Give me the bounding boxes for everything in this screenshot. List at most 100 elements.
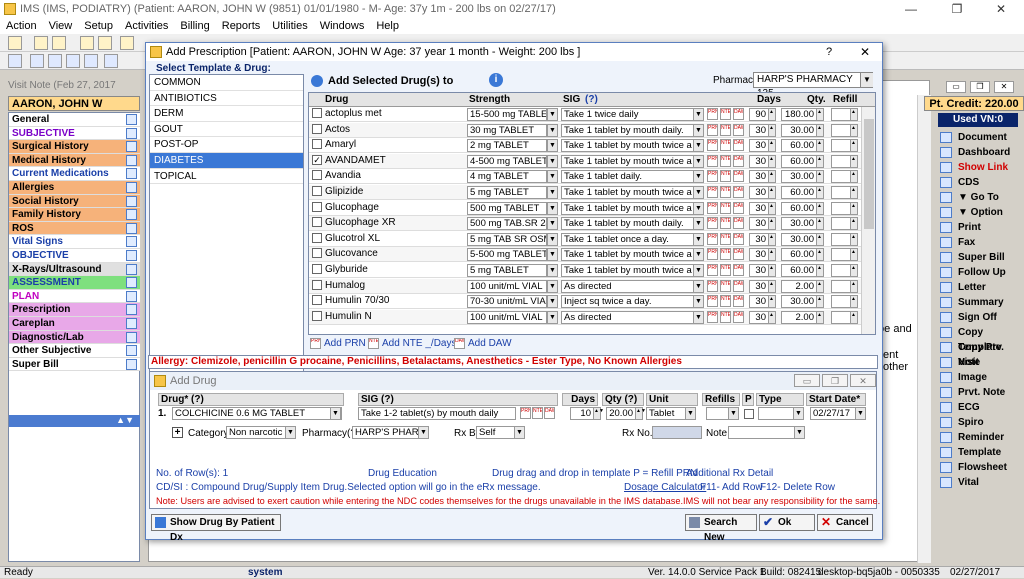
ad-prn-checkbox[interactable] (744, 409, 754, 419)
info-icon[interactable]: i (489, 73, 503, 87)
add-drug-close-button[interactable]: ✕ (850, 374, 876, 387)
chevron-down-icon[interactable]: ▼ (794, 426, 805, 439)
chevron-down-icon[interactable]: ▼ (693, 217, 704, 231)
days-spinner[interactable]: ▲▼ (768, 186, 776, 199)
drug-refill[interactable] (831, 201, 851, 215)
drug-strength[interactable]: 4 mg TABLET (467, 170, 547, 184)
action-sign-off[interactable]: Sign Off (938, 310, 1018, 325)
nav-note-icon[interactable] (126, 318, 137, 329)
show-drug-by-patient-dx-button[interactable]: Show Drug By Patient Dx (151, 514, 281, 543)
daw-icon[interactable]: DAW (733, 108, 744, 120)
toolbar-visit-icon[interactable] (48, 54, 62, 68)
drug-qty[interactable]: 60.00 (781, 186, 817, 199)
drug-qty[interactable]: 30.00 (781, 170, 817, 184)
drug-row[interactable]: Glyburide 5 mg TABLET ▼ Take 1 tablet by mo… (309, 263, 862, 278)
ad-type-select[interactable] (758, 407, 794, 420)
drug-sig[interactable]: As directed (561, 310, 695, 324)
action-document[interactable]: Document (938, 130, 1018, 145)
drug-sig[interactable]: As directed (561, 279, 695, 293)
nte-icon[interactable]: NTE (720, 186, 731, 198)
qty-spinner[interactable]: ▲▼ (816, 108, 824, 121)
menu-billing[interactable]: Billing (174, 18, 215, 34)
template-item-post-op[interactable]: POST-OP (150, 137, 303, 153)
refill-spinner[interactable]: ▲▼ (850, 170, 858, 184)
prn-icon[interactable]: PRN (707, 279, 718, 292)
action-copy-template[interactable]: Copy Template (938, 325, 1018, 353)
drug-qty[interactable]: 2.00 (781, 310, 817, 324)
daw-icon[interactable]: DAW (733, 232, 744, 245)
days-spinner[interactable]: ▲▼ (768, 217, 776, 231)
nav-note-icon[interactable] (126, 277, 137, 289)
chevron-down-icon[interactable]: ▼ (547, 123, 558, 137)
nav-note-icon[interactable] (126, 331, 137, 343)
drug-sig[interactable]: Inject sq twice a day. (561, 295, 695, 309)
note-restore-button[interactable]: ❐ (970, 81, 990, 93)
chevron-down-icon[interactable]: ▼ (547, 170, 558, 184)
drug-strength[interactable]: 5 mg TAB SR OSM (467, 232, 547, 246)
menu-help[interactable]: Help (370, 18, 405, 34)
drug-sig[interactable]: Take 1 tablet by mouth twice a da (561, 186, 695, 199)
toolbar-doc-icon[interactable] (120, 36, 134, 50)
qty-spinner[interactable]: ▲▼ (816, 139, 824, 153)
drug-checkbox[interactable] (312, 201, 322, 212)
drug-qty[interactable]: 30.00 (781, 232, 817, 246)
days-spinner[interactable]: ▲▼ (768, 154, 776, 168)
drug-qty[interactable]: 180.00 (781, 108, 817, 121)
nav-note-icon[interactable] (126, 345, 137, 357)
action-cds[interactable]: CDS (938, 175, 1018, 190)
ad-category-select[interactable]: Non narcotic pa (226, 426, 286, 439)
drug-sig[interactable]: Take 1 tablet by mouth daily. (561, 217, 695, 231)
qty-spinner[interactable]: ▲▼ (816, 232, 824, 246)
chevron-down-icon[interactable]: ▼ (693, 295, 704, 309)
chevron-down-icon[interactable]: ▼ (547, 279, 558, 293)
qty-spinner[interactable]: ▲▼ (816, 217, 824, 231)
drug-qty[interactable]: 30.00 (781, 217, 817, 231)
nav-note-icon[interactable] (126, 222, 137, 234)
chevron-down-icon[interactable]: ▼ (855, 407, 866, 420)
chevron-down-icon[interactable]: ▼ (285, 426, 296, 439)
menu-activities[interactable]: Activities (119, 18, 174, 34)
menu-windows[interactable]: Windows (314, 18, 371, 34)
chevron-down-icon[interactable]: ▼ (693, 139, 704, 153)
expand-icon[interactable]: + (172, 427, 183, 438)
drug-days[interactable]: 30 (749, 139, 769, 153)
ad-pharmacy-select[interactable]: HARP'S PHARMA (352, 426, 420, 439)
toolbar-note-icon[interactable] (98, 36, 112, 50)
template-item-derm[interactable]: DERM (150, 106, 303, 122)
add-selected-drugs-button[interactable]: Add Selected Drug(s) to Below List (308, 73, 486, 103)
drug-strength[interactable]: 15-500 mg TABLET (467, 108, 547, 121)
refill-spinner[interactable]: ▲▼ (850, 248, 858, 262)
action-ecg[interactable]: ECG (938, 400, 1018, 415)
chevron-down-icon[interactable]: ▼ (547, 264, 558, 277)
ad-sig-input[interactable]: Take 1-2 tablet(s) by mouth daily (358, 407, 516, 420)
drug-days[interactable]: 30 (749, 170, 769, 184)
drug-days[interactable]: 90 (749, 108, 769, 121)
refill-spinner[interactable]: ▲▼ (850, 310, 858, 324)
nav-note-icon[interactable] (126, 154, 137, 166)
drug-refill[interactable] (831, 123, 851, 137)
drug-row[interactable]: Glucotrol XL 5 mg TAB SR OSM ▼ Take 1 table… (309, 232, 862, 247)
nav-note-icon[interactable] (126, 168, 137, 180)
nav-item-careplan[interactable]: Careplan (9, 317, 140, 331)
nav-note-icon[interactable] (126, 114, 137, 125)
prn-icon[interactable]: PRN (707, 310, 718, 323)
action-prvt-note[interactable]: Prvt. Note (938, 385, 1018, 400)
prn-icon[interactable]: PRN (707, 186, 718, 198)
qty-spinner[interactable]: ▲▼ (816, 310, 824, 324)
toolbar-chart-icon[interactable] (84, 54, 98, 68)
prn-icon[interactable]: PRN (707, 201, 718, 214)
drug-checkbox[interactable] (312, 295, 322, 306)
chevron-down-icon[interactable]: ▼ (547, 154, 558, 168)
drug-days[interactable]: 30 (749, 248, 769, 262)
drug-days[interactable]: 30 (749, 232, 769, 246)
prn-icon[interactable]: PRN (707, 232, 718, 245)
drug-strength[interactable]: 4-500 mg TABLET (467, 154, 547, 168)
drug-checkbox[interactable]: ✓ (312, 154, 322, 165)
drug-refill[interactable] (831, 310, 851, 324)
chevron-down-icon[interactable]: ▼ (693, 248, 704, 262)
refill-spinner[interactable]: ▲▼ (850, 279, 858, 293)
qty-spinner[interactable]: ▲▼ (816, 154, 824, 168)
ad-drug-input[interactable]: COLCHICINE 0.6 MG TABLET (172, 407, 342, 420)
refill-spinner[interactable]: ▲▼ (850, 186, 858, 199)
drug-row[interactable]: Glucophage 500 mg TABLET ▼ Take 1 tablet by… (309, 201, 862, 216)
